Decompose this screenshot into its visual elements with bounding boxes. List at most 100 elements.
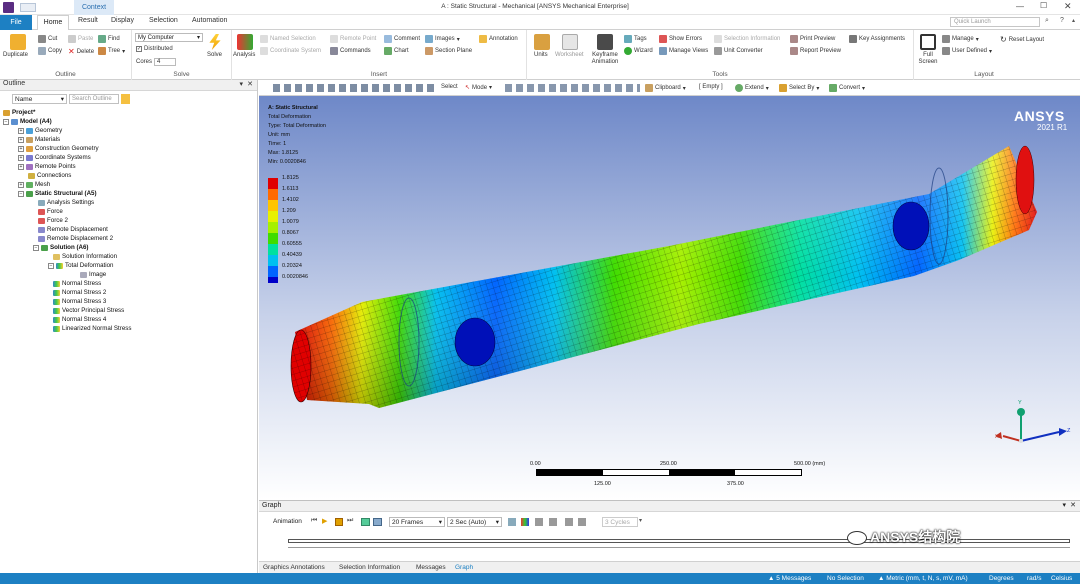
tab-display[interactable]: Display: [111, 17, 134, 24]
extend-button[interactable]: Extend ▾: [735, 84, 769, 92]
manage-button[interactable]: Manage ▾: [942, 35, 979, 43]
min-max-icon[interactable]: [535, 518, 543, 526]
shaft-model[interactable]: [259, 96, 1080, 499]
cores-value[interactable]: 4: [154, 58, 177, 66]
stop-icon[interactable]: [335, 518, 343, 526]
tree-item-model[interactable]: − Model (A4): [3, 117, 52, 126]
computer-select[interactable]: My Computer ▾: [135, 33, 203, 42]
find-button[interactable]: Find: [98, 35, 120, 43]
tree-item-normal-stress-4[interactable]: Normal Stress 4: [53, 315, 106, 324]
search-icon[interactable]: ⌕: [1045, 17, 1049, 25]
tab-selection[interactable]: Selection: [149, 17, 178, 24]
images-button[interactable]: Images ▾: [425, 35, 460, 43]
collapse-ribbon-icon[interactable]: ▴: [1072, 17, 1075, 24]
keyframe-animation-button[interactable]: Keyframe Animation: [587, 52, 623, 66]
expand-icon[interactable]: +: [18, 154, 24, 161]
tree-item-mesh[interactable]: + Mesh: [18, 180, 50, 189]
commands-button[interactable]: Commands: [330, 47, 371, 55]
pin-icon[interactable]: ▾: [239, 80, 243, 88]
lightning-icon[interactable]: [209, 34, 221, 50]
duplicate-button[interactable]: Duplicate: [3, 52, 28, 58]
result-sets-icon[interactable]: [373, 518, 382, 526]
tree-item-total-deformation[interactable]: − Total Deformation: [48, 261, 114, 270]
tab-result[interactable]: Result: [78, 17, 98, 24]
tree-item-project[interactable]: Project*: [3, 108, 35, 117]
section-plane-button[interactable]: Section Plane: [425, 47, 472, 55]
view-tool-icons[interactable]: [273, 84, 438, 92]
tree-item-connections[interactable]: Connections: [28, 171, 71, 180]
tree-item-image[interactable]: Image: [80, 270, 106, 279]
tree-item-solution-information[interactable]: Solution Information: [53, 252, 117, 261]
worksheet-icon[interactable]: [562, 34, 578, 50]
keyframe-animation-icon[interactable]: [597, 34, 613, 50]
tree-item-materials[interactable]: + Materials: [18, 135, 60, 144]
tree-item-construction-geometry[interactable]: + Construction Geometry: [18, 144, 99, 153]
color-bars-icon[interactable]: [521, 518, 529, 526]
list-icon[interactable]: [565, 518, 573, 526]
distributed-icon[interactable]: [361, 518, 370, 526]
name-filter-select[interactable]: Name ▾: [12, 94, 67, 104]
duration-select[interactable]: 2 Sec (Auto) ▾: [447, 517, 502, 527]
tree-item-remote-displacement-2[interactable]: Remote Displacement 2: [38, 234, 113, 243]
tab-selection-information[interactable]: Selection Information: [339, 564, 400, 571]
units-status[interactable]: ▲ Metric (mm, t, N, s, mV, mA): [878, 575, 968, 582]
cores-field[interactable]: Cores 4: [136, 58, 177, 66]
close-button[interactable]: ✕: [1064, 1, 1072, 12]
expand-icon[interactable]: +: [18, 145, 24, 152]
search-outline-input[interactable]: Search Outline: [69, 94, 119, 104]
zoom-fit-icon[interactable]: [549, 518, 557, 526]
expand-icon[interactable]: +: [18, 127, 24, 134]
reset-layout-button[interactable]: ↻ Reset Layout: [1000, 35, 1044, 44]
comment-button[interactable]: Comment: [384, 35, 420, 43]
collapse-icon[interactable]: −: [3, 118, 9, 125]
user-defined-button[interactable]: User Defined ▾: [942, 47, 992, 55]
export-video-icon[interactable]: [508, 518, 516, 526]
show-errors-button[interactable]: Show Errors: [659, 35, 702, 43]
frames-select[interactable]: 20 Frames ▾: [389, 517, 445, 527]
mode-button[interactable]: ↖ Mode ▾: [465, 84, 492, 92]
selection-filter-icons[interactable]: [505, 84, 640, 92]
graph-close-icon[interactable]: ✕: [1070, 501, 1076, 509]
tree-item-vector-principal-stress[interactable]: Vector Principal Stress: [53, 306, 124, 315]
report-preview-button[interactable]: Report Preview: [790, 47, 841, 55]
collapse-icon[interactable]: −: [18, 190, 24, 197]
cut-button[interactable]: Cut: [38, 35, 57, 43]
tags-button[interactable]: Tags: [624, 35, 647, 43]
print-preview-button[interactable]: Print Preview: [790, 35, 835, 43]
panel-close-icon[interactable]: ✕: [247, 80, 253, 88]
tree-item-static-structural[interactable]: − Static Structural (A5): [18, 189, 97, 198]
collapse-icon[interactable]: −: [33, 244, 39, 251]
paste-button[interactable]: Paste: [68, 35, 93, 43]
full-screen-icon[interactable]: [920, 34, 936, 50]
tree-item-normal-stress[interactable]: Normal Stress: [53, 279, 101, 288]
clipboard-button[interactable]: Clipboard ▾: [645, 84, 686, 92]
tree-item-remote-points[interactable]: + Remote Points: [18, 162, 76, 171]
selection-information-button[interactable]: Selection Information: [714, 35, 780, 43]
wizard-button[interactable]: Wizard: [624, 47, 653, 55]
full-screen-button[interactable]: Full Screen: [918, 52, 938, 66]
expand-icon[interactable]: +: [18, 163, 24, 170]
worksheet-button[interactable]: Worksheet: [555, 52, 584, 58]
analysis-icon[interactable]: [237, 34, 253, 50]
key-assignments-button[interactable]: Key Assignments: [849, 35, 905, 43]
graphics-viewport[interactable]: A: Static Structural Total Deformation T…: [259, 96, 1080, 499]
expand-icon[interactable]: +: [18, 181, 24, 188]
maximize-button[interactable]: ☐: [1040, 1, 1047, 10]
tree-item-remote-displacement[interactable]: Remote Displacement: [38, 225, 108, 234]
coordinate-system-button[interactable]: Coordinate System: [260, 47, 321, 55]
tree-item-linearized-normal-stress[interactable]: Linearized Normal Stress: [53, 324, 131, 333]
tree-item-normal-stress-3[interactable]: Normal Stress 3: [53, 297, 106, 306]
tree-item-analysis-settings[interactable]: Analysis Settings: [38, 198, 94, 207]
distributed-checkbox[interactable]: ✓ Distributed: [136, 46, 173, 52]
tab-messages[interactable]: Messages: [416, 564, 446, 571]
expand-icon[interactable]: +: [18, 136, 24, 143]
quick-access-toolbar[interactable]: [20, 3, 36, 12]
tree-item-normal-stress-2[interactable]: Normal Stress 2: [53, 288, 106, 297]
units-button[interactable]: Units: [534, 52, 548, 58]
tab-graphics-annotations[interactable]: Graphics Annotations: [263, 564, 325, 571]
tree-item-force[interactable]: Force: [38, 207, 63, 216]
graph-pin-icon[interactable]: ▾: [1062, 501, 1066, 509]
outline-options-icon[interactable]: [121, 94, 130, 104]
tree-item-coordinate-systems[interactable]: + Coordinate Systems: [18, 153, 91, 162]
tree-item-force-2[interactable]: Force 2: [38, 216, 68, 225]
